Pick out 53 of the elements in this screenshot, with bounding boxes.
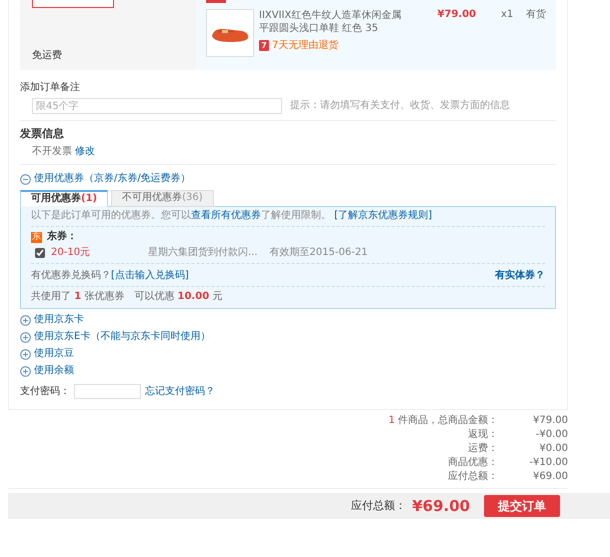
coupon-description: 星期六集团货到付款闪...: [148, 247, 258, 259]
coupon-tab[interactable]: 可用优惠券(1): [20, 190, 108, 207]
coupon-expiry: 有效期至2015-06-21: [270, 247, 368, 259]
order-note-label: 添加订单备注: [20, 82, 81, 94]
total-label: 应付总额：: [351, 500, 406, 512]
coupon-intro-text: 以下是此订单可用的优惠券。您可以: [31, 210, 191, 221]
return-policy: 7天无理由退货: [272, 39, 338, 52]
item-count: 1: [388, 415, 395, 426]
promo-tag: [206, 0, 226, 3]
coupon-type-badge: 东: [31, 232, 42, 242]
summary-label: 件商品，总商品金额：: [398, 415, 498, 426]
order-note-field[interactable]: 限45个字: [32, 98, 282, 114]
coupon-total-text: 共使用了 1 张优惠券 可以优惠 10.00 元: [31, 290, 224, 303]
invoice-edit-link[interactable]: 修改: [75, 146, 96, 157]
payment-option-toggle[interactable]: 使用京豆: [34, 348, 74, 360]
order-note-hint: 提示：请勿填写有关支付、收货、发票方面的信息: [290, 100, 510, 112]
summary-value: -¥0.00: [534, 429, 568, 441]
free-shipping-label: 免运费: [32, 50, 63, 62]
forgot-password-link[interactable]: 忘记支付密码？: [145, 386, 215, 398]
product-price: ¥79.00: [436, 9, 476, 21]
summary-value: ¥69.00: [532, 471, 568, 483]
total-amount: ¥69.00: [412, 500, 470, 512]
physical-coupon-link[interactable]: 有实体券？: [495, 270, 545, 282]
view-all-coupons-link[interactable]: 查看所有优惠券: [191, 210, 261, 221]
summary-label: 返现：: [468, 429, 498, 440]
coupon-section-toggle[interactable]: 使用优惠券（京券/东券/免运费券）: [34, 173, 191, 185]
payment-option-toggle[interactable]: 使用余额: [34, 365, 74, 377]
redeem-code-link[interactable]: [点击输入兑换码]: [111, 270, 189, 281]
submit-order-button[interactable]: 提交订单: [484, 495, 560, 517]
coupon-rules-link[interactable]: [了解京东优惠券规则]: [334, 210, 432, 221]
summary-label: 运费：: [468, 443, 498, 454]
stock-status: 有货: [526, 9, 546, 21]
summary-label: 商品优惠：: [448, 457, 498, 468]
invoice-title: 发票信息: [20, 128, 65, 140]
coupon-group-title: 东券：: [47, 231, 77, 243]
coupon-intro-text: 了解使用限制。: [261, 210, 332, 221]
product-name[interactable]: IIXVIIX红色牛纹人造革休闲金属平跟圆头浅口单鞋 红色 35: [259, 9, 409, 35]
invoice-value: 不开发票: [32, 146, 73, 157]
coupon-amount: 20-10元: [51, 247, 92, 259]
payment-option-toggle[interactable]: 使用京东卡: [34, 314, 84, 326]
payment-password-field[interactable]: [74, 384, 141, 399]
redeem-question: 有优惠券兑换码？: [31, 270, 111, 281]
summary-value: ¥79.00: [532, 415, 568, 427]
summary-value: ¥0.00: [538, 443, 568, 455]
summary-value: -¥10.00: [528, 457, 568, 469]
product-quantity: x1: [501, 9, 514, 21]
summary-label: 应付总额：: [448, 471, 498, 482]
payment-option-toggle[interactable]: 使用京东E卡（不能与京东卡同时使用）: [34, 331, 210, 343]
coupon-checkbox[interactable]: [35, 248, 45, 258]
coupon-tab[interactable]: 不可用优惠券(36): [111, 190, 214, 207]
return-badge: 7: [259, 40, 269, 51]
product-image[interactable]: [206, 9, 254, 57]
payment-password-label: 支付密码：: [20, 386, 70, 398]
